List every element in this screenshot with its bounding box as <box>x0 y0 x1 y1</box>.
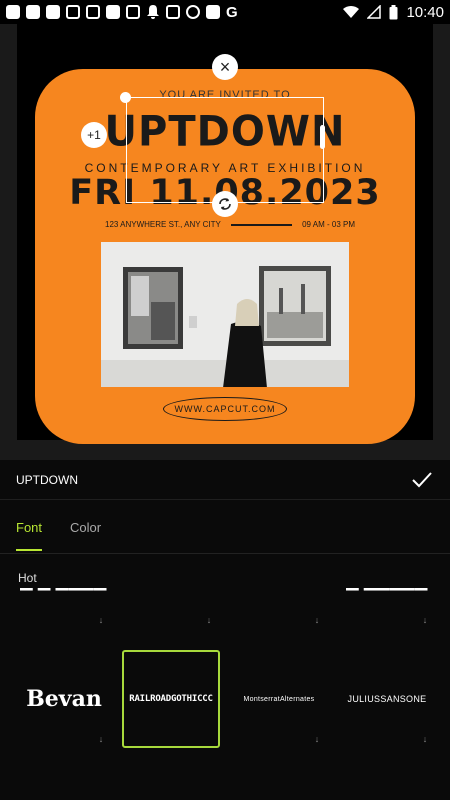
canvas-area: YOU ARE INVITED TO UPTDOWN CONTEMPORARY … <box>0 24 450 460</box>
close-icon: × <box>219 56 231 77</box>
tab-color[interactable]: Color <box>70 520 101 535</box>
font-tile-partial[interactable]: ▀ <box>262 588 271 594</box>
tab-bar: Font Color <box>0 508 450 554</box>
hours-text: 09 AM - 03 PM <box>302 220 355 229</box>
font-row: Bevan RAILROADGOTHICCC MontserratAlterna… <box>0 650 450 760</box>
edit-icon <box>166 5 180 19</box>
square-icon <box>206 5 220 19</box>
font-row-partial: ▄▄▄▄ ▄ ▄▄ ▄ <box>0 790 450 800</box>
text-input-bar: UPTDOWN <box>0 460 450 500</box>
grid-icon <box>126 5 140 19</box>
font-tile-partial[interactable]: ▀ ▀▀▀▀▀ <box>346 588 428 601</box>
bell-icon <box>147 5 159 19</box>
stretch-handle[interactable] <box>320 125 325 149</box>
font-tile-partial[interactable]: ▀ ▀ ▀▀▀▀ <box>20 588 107 601</box>
status-bar: G 10:40 <box>0 0 450 24</box>
clock: 10:40 <box>406 3 444 21</box>
download-icon: ↓ <box>98 734 104 744</box>
tab-font[interactable]: Font <box>16 520 42 535</box>
download-icon: ↓ <box>314 615 320 625</box>
section-hot: Hot <box>18 571 37 585</box>
text-edit-panel: UPTDOWN Font Color Hot ▀ ▀ ▀▀▀▀ ▀ ▀ ▀▀▀▀… <box>0 460 450 800</box>
active-tab-indicator <box>16 549 42 551</box>
google-icon: G <box>226 3 238 21</box>
duplicate-button[interactable]: +1 <box>81 122 107 148</box>
resize-handle[interactable] <box>120 92 131 103</box>
battery-icon <box>389 4 398 19</box>
delete-element-button[interactable]: × <box>212 54 238 80</box>
download-icon: ↓ <box>422 615 428 625</box>
app-icon <box>26 5 40 19</box>
number-icon <box>186 5 200 19</box>
app-icon <box>6 5 20 19</box>
calendar-icon <box>86 5 100 19</box>
duplicate-label: +1 <box>87 128 101 142</box>
notification-icons: G <box>6 4 238 21</box>
app-icon <box>46 5 60 19</box>
download-icon: ↓ <box>98 615 104 625</box>
divider-line <box>230 223 293 226</box>
download-icon: ↓ <box>422 734 428 744</box>
slash-icon <box>106 5 120 19</box>
download-icon: ↓ <box>314 734 320 744</box>
wifi-icon <box>343 5 360 19</box>
website-badge[interactable]: WWW.CAPCUT.COM <box>163 397 287 421</box>
font-option-railroadgothiccc[interactable]: RAILROADGOTHICCC <box>122 650 220 748</box>
address-text: 123 ANYWHERE ST., ANY CITY <box>105 220 221 229</box>
calendar-icon <box>66 5 80 19</box>
text-input[interactable]: UPTDOWN <box>16 473 78 487</box>
download-icon: ↓ <box>206 615 212 625</box>
rotate-icon <box>219 198 231 210</box>
gallery-photo[interactable] <box>101 242 349 387</box>
confirm-check-icon[interactable] <box>410 468 434 492</box>
selection-box[interactable] <box>126 97 324 203</box>
rotate-button[interactable] <box>212 191 238 217</box>
font-row-partial: ▀ ▀ ▀▀▀▀ ▀ ▀ ▀▀▀▀▀ ↓ ↓ ↓ ↓ <box>0 588 450 628</box>
signal-icon <box>367 5 382 19</box>
address-row[interactable]: 123 ANYWHERE ST., ANY CITY 09 AM - 03 PM <box>105 220 355 229</box>
